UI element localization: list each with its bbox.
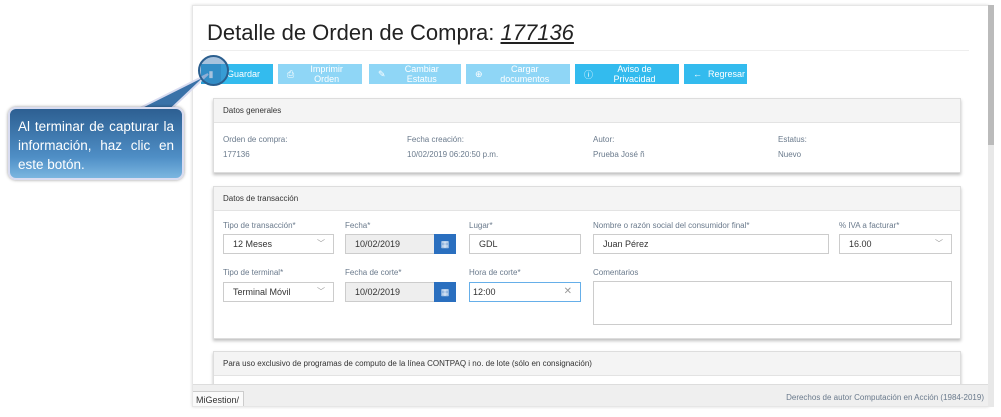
creation-date-value: 10/02/2019 06:20:50 p.m. (407, 150, 499, 159)
transaction-type-select[interactable]: 12 Meses ﹀ (223, 234, 334, 254)
copyright-text: Derechos de autor Computación en Acción … (786, 393, 984, 402)
consumer-name-input[interactable]: Juan Pérez (593, 234, 829, 254)
field-label: Fecha de corte* (345, 268, 402, 277)
callout-text: Al terminar de capturar la información, … (18, 119, 174, 172)
input-value: 12:00 (473, 287, 496, 297)
change-status-label: Cambiar Estatus (404, 64, 439, 84)
place-input[interactable]: GDL (469, 234, 581, 254)
field-label: % IVA a facturar* (839, 221, 900, 230)
app-window: Detalle de Orden de Compra: 177136 ▮ Guar… (192, 5, 989, 407)
panel-header: Datos generales (214, 99, 960, 123)
field-label: Tipo de terminal* (223, 268, 284, 277)
scrollbar-thumb[interactable] (988, 5, 994, 145)
field-label: Fecha* (345, 221, 371, 230)
back-label: Regresar (708, 69, 746, 79)
highlight-circle (198, 55, 229, 86)
field-label: Hora de corte* (469, 268, 521, 277)
field-label: Fecha creación: (407, 135, 464, 144)
select-value: Terminal Móvil (233, 287, 291, 297)
chevron-down-icon: ﹀ (935, 239, 943, 248)
panel-header: Datos de transacción (214, 187, 960, 211)
author-value: Prueba José ñ (593, 150, 645, 159)
status-bar: MiGestion/ Derechos de autor Computación… (193, 384, 988, 406)
iva-select[interactable]: 16.00 ﹀ (839, 234, 952, 254)
print-order-button[interactable]: ⎙ Imprimir Orden (278, 64, 362, 84)
cutoff-date-input[interactable]: 10/02/2019 (345, 282, 435, 302)
select-value: 12 Meses (233, 239, 273, 249)
panel-header: Para uso exclusivo de programas de compu… (214, 352, 960, 376)
chevron-down-icon: ﹀ (317, 287, 325, 296)
change-status-button[interactable]: ✎ Cambiar Estatus (369, 64, 461, 84)
tab-migestion[interactable]: MiGestion/ (193, 391, 245, 406)
transaction-panel: Datos de transacción Tipo de transacción… (213, 186, 961, 339)
status-value: Nuevo (778, 150, 802, 159)
select-value: 16.00 (849, 239, 872, 249)
back-button[interactable]: ← Regresar (684, 64, 747, 84)
field-label: Lugar* (469, 221, 493, 230)
chevron-down-icon: ﹀ (317, 239, 325, 248)
print-icon: ⎙ (287, 68, 295, 79)
upload-icon: ⊕ (475, 68, 483, 79)
divider (201, 50, 969, 51)
arrow-left-icon: ← (693, 69, 702, 79)
cutoff-time-input[interactable]: 12:00 ✕ (469, 282, 581, 302)
callout-tooltip: Al terminar de capturar la información, … (8, 107, 184, 180)
field-label: Autor: (593, 135, 615, 144)
field-label: Nombre o razón social del consumidor fin… (593, 221, 750, 230)
upload-documents-button[interactable]: ⊕ Cargar documentos (466, 64, 570, 84)
info-icon: ⓘ (584, 69, 594, 80)
field-label: Comentarios (593, 268, 639, 277)
order-number: 177136 (500, 20, 574, 45)
privacy-label: Aviso de Privacidad (613, 64, 656, 84)
date-input[interactable]: 10/02/2019 (345, 234, 435, 254)
print-label: Imprimir Orden (310, 64, 343, 84)
general-data-panel: Datos generales Orden de compra: 177136 … (213, 98, 961, 173)
terminal-type-select[interactable]: Terminal Móvil ﹀ (223, 282, 334, 302)
page-title: Detalle de Orden de Compra: 177136 (207, 20, 574, 46)
field-label: Estatus: (778, 135, 807, 144)
comments-textarea[interactable] (593, 281, 952, 325)
scrollbar[interactable] (988, 5, 994, 407)
calendar-icon[interactable]: ▦ (434, 234, 456, 254)
edit-icon: ✎ (378, 68, 386, 79)
calendar-icon[interactable]: ▦ (434, 282, 456, 302)
privacy-notice-button[interactable]: ⓘ Aviso de Privacidad (575, 64, 679, 84)
clear-icon[interactable]: ✕ (564, 283, 572, 301)
upload-label: Cargar documentos (500, 64, 550, 84)
field-label: Tipo de transacción* (223, 221, 296, 230)
